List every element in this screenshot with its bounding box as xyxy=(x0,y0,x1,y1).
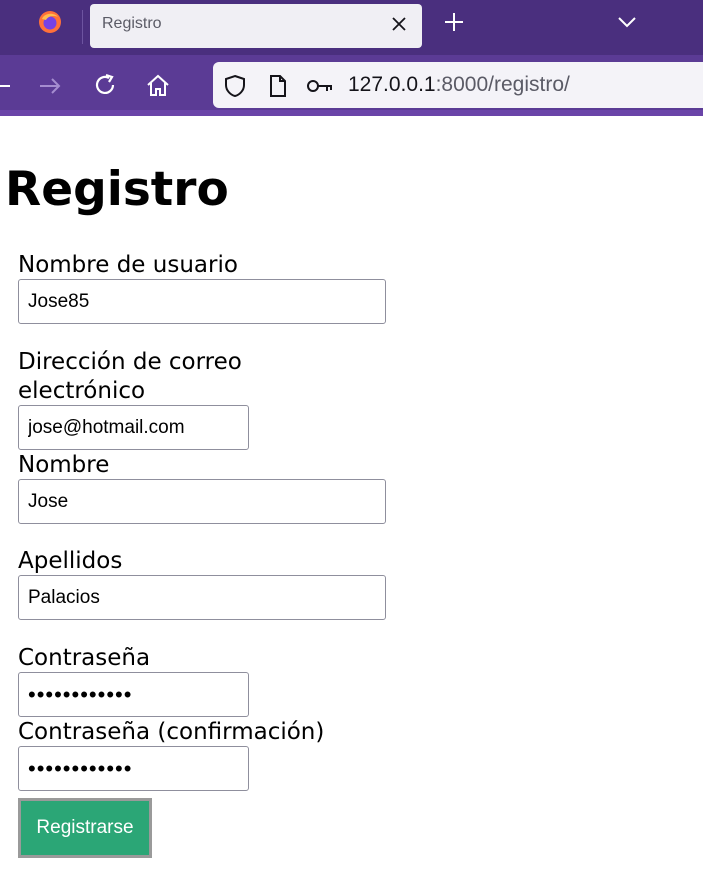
tab-title: Registro xyxy=(102,15,162,32)
reload-icon[interactable] xyxy=(92,73,118,99)
shield-icon[interactable] xyxy=(223,74,247,98)
url-host: 127.0.0.1 xyxy=(348,73,436,96)
url-text[interactable]: 127.0.0.1:8000/registro/ xyxy=(348,73,570,97)
page-title: Registro xyxy=(5,162,229,217)
username-input[interactable] xyxy=(18,279,386,324)
url-path: :8000/registro/ xyxy=(435,73,570,96)
email-input[interactable] xyxy=(18,405,249,450)
key-icon[interactable] xyxy=(306,74,334,98)
firefox-icon[interactable] xyxy=(38,10,62,34)
password-input[interactable] xyxy=(18,672,249,717)
last-name-input[interactable] xyxy=(18,575,386,620)
first-name-input[interactable] xyxy=(18,479,386,524)
username-label: Nombre de usuario xyxy=(18,252,238,278)
close-icon[interactable] xyxy=(390,15,408,33)
last-name-label: Apellidos xyxy=(18,548,123,574)
chevron-down-icon[interactable] xyxy=(616,12,638,32)
password-label: Contraseña xyxy=(18,645,151,671)
first-name-label: Nombre xyxy=(18,452,110,478)
tab-separator xyxy=(82,10,83,44)
password-confirm-label: Contraseña (confirmación) xyxy=(18,719,325,745)
page-icon[interactable] xyxy=(266,74,290,98)
browser-tab-strip: Registro xyxy=(0,0,703,55)
address-bar[interactable]: 127.0.0.1:8000/registro/ xyxy=(213,62,703,108)
password-confirm-input[interactable] xyxy=(18,746,249,791)
back-icon[interactable] xyxy=(0,73,14,99)
new-tab-icon[interactable] xyxy=(443,11,465,33)
home-icon[interactable] xyxy=(145,73,171,99)
register-button[interactable]: Registrarse xyxy=(18,798,152,858)
forward-icon[interactable] xyxy=(37,73,63,99)
email-label: Dirección de correo electrónico xyxy=(18,349,242,404)
tab-registro[interactable]: Registro xyxy=(90,4,422,48)
